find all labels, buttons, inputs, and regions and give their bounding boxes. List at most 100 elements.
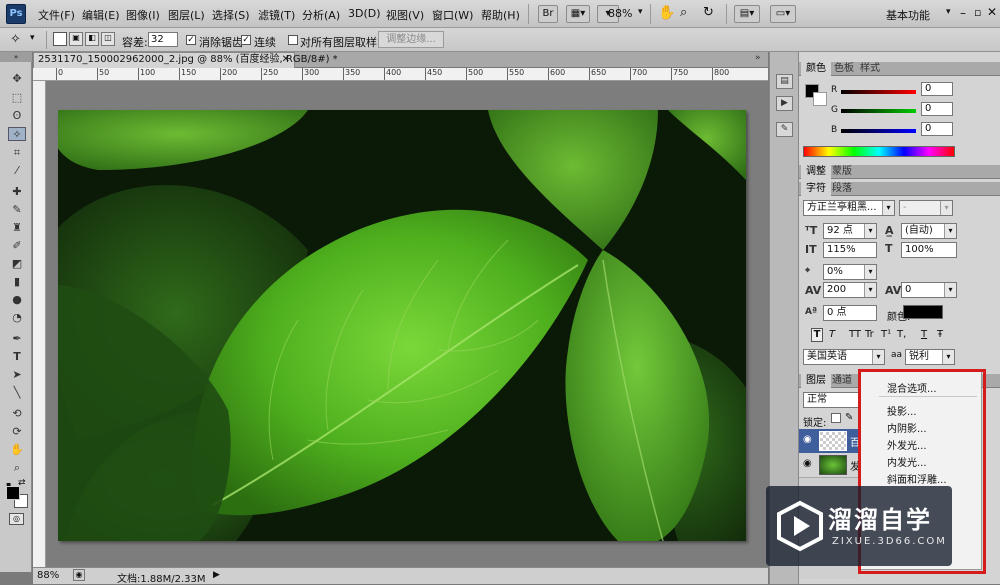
pen-tool-icon[interactable]: ✒ xyxy=(8,332,26,346)
actions-panel-icon[interactable]: ▶ xyxy=(776,96,793,111)
close-icon[interactable]: ✕ xyxy=(282,53,290,67)
all-caps-button[interactable]: TT xyxy=(849,329,861,340)
new-selection-icon[interactable] xyxy=(53,32,67,46)
magic-wand-tool-icon[interactable]: ✧ xyxy=(8,127,26,141)
tab-menu-icon[interactable]: » xyxy=(755,53,761,63)
g-slider[interactable] xyxy=(841,109,916,113)
chevron-down-icon[interactable]: ▾ xyxy=(946,7,951,17)
close-icon[interactable]: ✕ xyxy=(987,5,997,19)
layer-row-text[interactable]: ◉ 百 xyxy=(799,429,860,453)
clone-stamp-icon[interactable]: ♜ xyxy=(8,221,26,235)
tool-presets-icon[interactable]: ✎ xyxy=(776,122,793,137)
font-family-select[interactable]: 方正兰亭粗黑... ▾ xyxy=(803,200,895,216)
dodge-tool-icon[interactable]: ◔ xyxy=(8,311,26,325)
contiguous-checkbox[interactable]: ✓ xyxy=(241,35,251,45)
menu-item-blending-options[interactable]: 混合选项... xyxy=(887,380,937,395)
lock-brush-icon[interactable]: ✎ xyxy=(845,412,853,423)
brush-tool-icon[interactable]: ✎ xyxy=(8,203,26,217)
superscript-button[interactable]: T¹ xyxy=(881,329,891,340)
path-selection-icon[interactable]: ➤ xyxy=(8,368,26,382)
font-style-select[interactable]: - ▾ xyxy=(899,200,953,216)
marquee-tool-icon[interactable]: ⬚ xyxy=(8,91,26,105)
status-doc-size[interactable]: 文档:1.88M/2.33M xyxy=(117,570,206,585)
menu-view[interactable]: 视图(V) xyxy=(386,7,424,23)
vertical-scale-input[interactable]: 115% xyxy=(823,242,877,258)
layer-row-image[interactable]: ◉ 发 xyxy=(799,453,860,477)
view-extras-button[interactable]: ▦▾ xyxy=(566,5,590,23)
menu-item-outer-glow[interactable]: 外发光... xyxy=(887,437,927,452)
menu-item-bevel-emboss[interactable]: 斜面和浮雕... xyxy=(887,471,947,486)
blend-mode-select[interactable]: 正常 xyxy=(803,392,859,408)
status-zoom[interactable]: 88% xyxy=(37,570,59,581)
baseline-shift-input[interactable]: 0 点 xyxy=(823,305,877,321)
chevron-down-icon[interactable]: ▾ xyxy=(638,7,643,17)
strikethrough-button[interactable]: Ŧ xyxy=(937,329,943,340)
zoom-tool-icon[interactable]: ⌕ xyxy=(8,461,26,475)
add-selection-icon[interactable]: ▣ xyxy=(69,32,83,46)
eyedropper-tool-icon[interactable]: ⁄ xyxy=(8,164,26,178)
menu-filter[interactable]: 滤镜(T) xyxy=(258,7,295,23)
3d-rotate-icon[interactable]: ⟲ xyxy=(8,407,26,421)
menu-3d[interactable]: 3D(D) xyxy=(348,7,381,20)
b-value[interactable]: 0 xyxy=(921,122,953,136)
intersect-selection-icon[interactable]: ◫ xyxy=(101,32,115,46)
foreground-color-swatch[interactable] xyxy=(6,486,20,500)
font-size-select[interactable]: 92 点 ▾ xyxy=(823,223,877,239)
history-panel-icon[interactable]: ▤ xyxy=(776,74,793,89)
tab-paragraph[interactable]: 段落 xyxy=(827,182,857,196)
blur-tool-icon[interactable]: ● xyxy=(8,293,26,307)
zoom-level[interactable]: 88% xyxy=(608,7,632,20)
subtract-selection-icon[interactable]: ◧ xyxy=(85,32,99,46)
r-value[interactable]: 0 xyxy=(921,82,953,96)
minimize-icon[interactable]: – xyxy=(960,6,966,20)
color-spectrum[interactable] xyxy=(803,146,955,157)
menu-edit[interactable]: 编辑(E) xyxy=(82,7,120,23)
photoshop-logo[interactable]: Ps xyxy=(6,4,26,24)
tab-color[interactable]: 颜色 xyxy=(801,62,831,76)
subscript-button[interactable]: T, xyxy=(897,329,906,340)
status-icon[interactable]: ◉ xyxy=(73,569,85,581)
menu-select[interactable]: 选择(S) xyxy=(212,7,250,23)
faux-bold-button[interactable]: T xyxy=(811,328,823,342)
collapse-icon[interactable]: » xyxy=(0,52,32,62)
r-slider[interactable] xyxy=(841,90,916,94)
baseline-pct-select[interactable]: 0% ▾ xyxy=(823,264,877,280)
b-slider[interactable] xyxy=(841,129,916,133)
menu-image[interactable]: 图像(I) xyxy=(126,7,160,23)
eye-icon[interactable]: ◉ xyxy=(803,458,812,469)
status-arrow-icon[interactable]: ▶ xyxy=(213,570,220,580)
quick-mask-icon[interactable]: ◎ xyxy=(9,513,24,525)
eye-icon[interactable]: ◉ xyxy=(803,434,812,445)
menu-analysis[interactable]: 分析(A) xyxy=(302,7,340,23)
workspace-switcher[interactable]: 基本功能 xyxy=(886,7,930,23)
rotate-view-icon[interactable]: ↻ xyxy=(703,5,714,20)
leaf-photo[interactable] xyxy=(58,110,746,541)
menu-window[interactable]: 窗口(W) xyxy=(432,7,473,23)
leading-select[interactable]: (自动) ▾ xyxy=(901,223,957,239)
language-select[interactable]: 美国英语 ▾ xyxy=(803,349,885,365)
crop-tool-icon[interactable]: ⌗ xyxy=(8,146,26,160)
antialias-select[interactable]: 锐利 ▾ xyxy=(905,349,955,365)
faux-italic-button[interactable]: T xyxy=(829,329,835,340)
line-tool-icon[interactable]: ╲ xyxy=(8,386,26,400)
move-tool-icon[interactable]: ✥ xyxy=(8,72,26,86)
small-caps-button[interactable]: Tr xyxy=(865,329,874,340)
menu-item-drop-shadow[interactable]: 投影... xyxy=(887,403,917,418)
zoom-tool-icon[interactable]: ⌕ xyxy=(680,5,687,20)
bridge-button[interactable]: Br xyxy=(538,5,558,23)
tolerance-input[interactable]: 32 xyxy=(148,32,178,47)
hand-tool-icon[interactable]: ✋ xyxy=(658,5,675,21)
bg-color-swatch[interactable] xyxy=(813,92,827,106)
lock-transparency-icon[interactable] xyxy=(831,413,841,423)
lasso-tool-icon[interactable]: ʘ xyxy=(8,109,26,123)
kerning-select[interactable]: 0 ▾ xyxy=(901,282,957,298)
type-tool-icon[interactable]: T xyxy=(8,350,26,364)
underline-button[interactable]: T xyxy=(921,329,927,340)
magic-wand-icon[interactable]: ✧ xyxy=(10,32,21,47)
refine-edge-button[interactable]: 调整边缘... xyxy=(378,31,444,48)
eraser-tool-icon[interactable]: ◩ xyxy=(8,257,26,271)
tab-styles[interactable]: 样式 xyxy=(855,62,885,76)
tab-channels[interactable]: 通道 xyxy=(827,374,857,388)
screen-mode-button[interactable]: ▭▾ xyxy=(770,5,796,23)
text-color-swatch[interactable] xyxy=(903,305,943,319)
